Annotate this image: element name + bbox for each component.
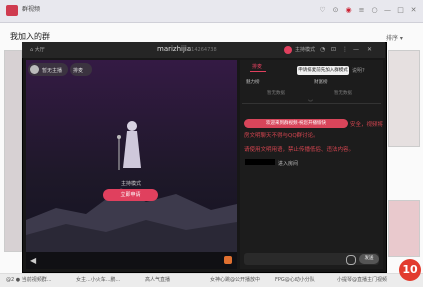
screen-icon[interactable]: ⊡ xyxy=(331,46,336,53)
app-logo-icon xyxy=(6,5,18,16)
redacted-user-name xyxy=(245,159,275,165)
page-title: 我加入的群 xyxy=(10,32,50,41)
volume-icon[interactable]: ◀ xyxy=(30,256,36,265)
app-title: 群视频 xyxy=(22,6,41,13)
empty-state: 暂无数据 xyxy=(334,91,352,96)
host-mode-label[interactable]: 主持模式 xyxy=(295,46,315,53)
gift-icon[interactable] xyxy=(224,256,232,264)
collapse-icon[interactable]: ︾ xyxy=(308,99,313,106)
group-caption[interactable]: 小提琴@直播主门视频 xyxy=(337,276,387,283)
share-icon[interactable]: ◔ xyxy=(320,46,325,53)
group-card[interactable] xyxy=(388,50,420,147)
notice-text: 安全，视频将 xyxy=(350,122,384,128)
group-caption[interactable]: 高人气直播 xyxy=(145,276,170,283)
group-caption[interactable]: 女神心跳@公开播放中 xyxy=(210,276,260,283)
tab-mic-queue[interactable]: 排麦 xyxy=(252,63,262,70)
mic-queue-label: 排麦 xyxy=(73,68,84,74)
apply-host-button[interactable]: 立即申请 xyxy=(103,189,158,201)
skin-icon[interactable]: ○ xyxy=(370,6,379,15)
more-icon[interactable]: ⋮ xyxy=(342,46,348,53)
step-number-badge: 10 xyxy=(399,259,421,281)
host-label: 暂无主播 xyxy=(42,68,63,74)
notice-text: 请使用文明用语，禁止传播低俗、违法内容。 xyxy=(244,147,355,153)
room-id: 814264738 xyxy=(188,47,217,53)
close-icon[interactable]: ✕ xyxy=(409,6,418,15)
host-avatar xyxy=(30,65,39,74)
notice-pill: 欢迎来到群视频·祝您开播愉快 xyxy=(244,119,348,128)
record-icon[interactable]: ⊙ xyxy=(331,6,340,15)
help-link[interactable]: 说明? xyxy=(352,67,365,74)
tab-underline xyxy=(250,71,266,72)
empty-state: 暂无数据 xyxy=(267,91,285,96)
send-button[interactable]: 发送 xyxy=(359,254,379,264)
minimize-icon[interactable]: — xyxy=(383,6,392,15)
stage-mode-caption: 主持模式 xyxy=(121,181,142,187)
maximize-icon[interactable]: □ xyxy=(396,6,405,15)
favorite-icon[interactable]: ♡ xyxy=(318,6,327,15)
sort-dropdown[interactable]: 排序 ▾ xyxy=(386,33,403,42)
group-caption[interactable]: 女主...小火车...鹏... xyxy=(76,276,120,283)
room-name: marizhijia xyxy=(157,45,192,53)
lobby-link[interactable]: ⌂ 大厅 xyxy=(30,46,45,53)
group-card[interactable] xyxy=(388,200,420,257)
tab-wealth-rank[interactable]: 财富榜 xyxy=(314,79,328,85)
notice-text: 房文明聊天不得与QQ群讨论。 xyxy=(244,133,319,139)
group-caption[interactable]: FPG@心动小分队 xyxy=(275,276,315,283)
group-caption[interactable]: @2 ● 当前视频群... xyxy=(6,276,52,283)
menu-icon[interactable]: ≡ xyxy=(357,6,366,15)
host-mode-icon xyxy=(284,46,292,54)
stage-toolbar xyxy=(26,252,237,269)
entered-room-message: 进入房间 xyxy=(278,161,299,167)
tab-charm-rank[interactable]: 魅力榜 xyxy=(246,79,260,85)
host-silhouette-icon xyxy=(117,121,141,170)
group-card[interactable] xyxy=(4,50,22,252)
user-avatar-icon[interactable]: ◉ xyxy=(344,6,353,15)
emoji-icon[interactable] xyxy=(346,255,356,265)
room-close-icon[interactable]: ✕ xyxy=(367,46,372,53)
room-minimize-icon[interactable]: — xyxy=(353,46,359,53)
join-queue-button[interactable]: 申请排麦前先加入群模式 xyxy=(297,66,349,75)
